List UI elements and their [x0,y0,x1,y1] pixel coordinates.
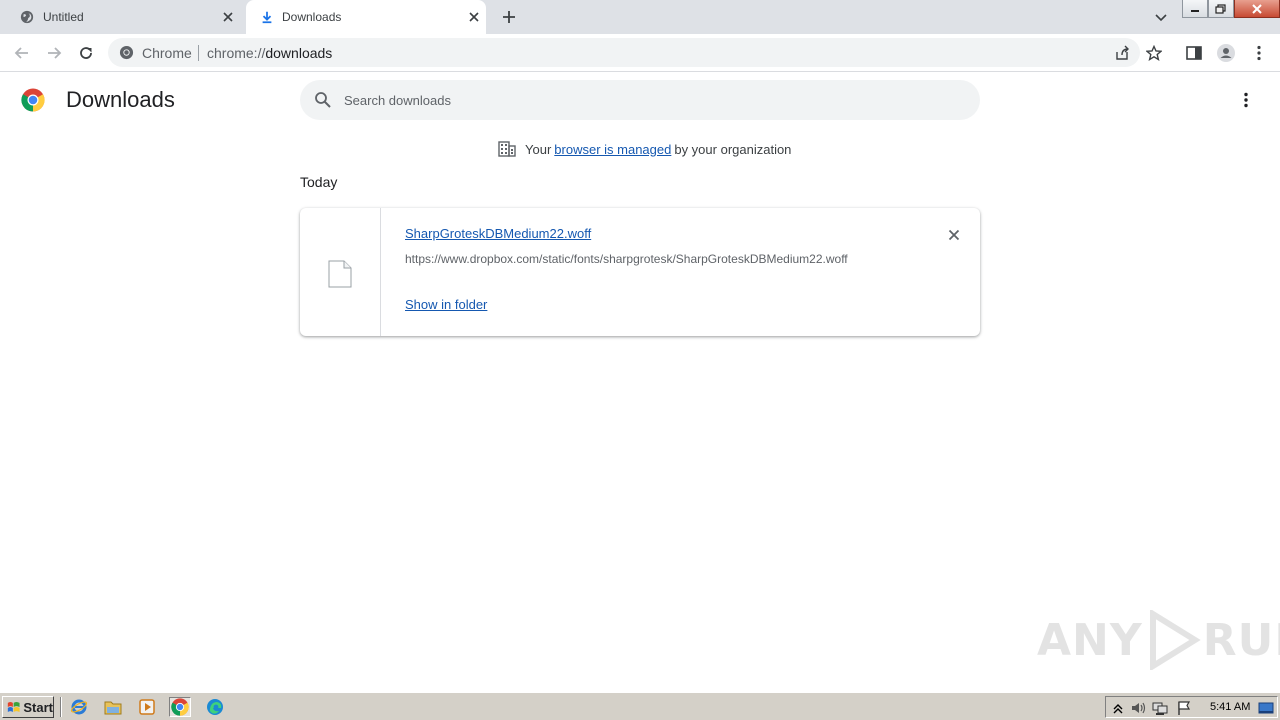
chrome-site-icon [119,45,134,60]
taskbar-media-player[interactable] [136,697,158,717]
show-desktop-icon[interactable] [1258,700,1274,716]
windows-taskbar: Start 5:41 AM [0,692,1280,720]
folder-icon [104,701,122,715]
tab-strip: Untitled Downloads [0,0,1280,34]
browser-window: Untitled Downloads Chrome chrome://downl… [0,0,1280,720]
close-icon [1252,3,1262,14]
media-player-icon [139,699,155,715]
play-logo-icon [1149,610,1201,670]
minimize-button[interactable] [1182,0,1208,18]
taskbar-edge[interactable] [204,697,226,717]
url-host: downloads [265,45,333,61]
file-source-url: https://www.dropbox.com/static/fonts/sha… [405,252,848,266]
show-in-folder-link[interactable]: Show in folder [405,297,487,312]
volume-icon[interactable] [1130,700,1146,716]
file-name-link[interactable]: SharpGroteskDBMedium22.woff [405,226,591,241]
close-tab-icon[interactable] [220,9,236,25]
restore-icon [1215,3,1226,14]
address-bar[interactable]: Chrome chrome://downloads [108,38,1162,67]
managed-prefix: Your [525,141,552,157]
managed-suffix: by your organization [674,141,792,157]
chrome-logo-icon [21,88,45,112]
taskbar-separator [60,697,62,717]
close-tab-icon[interactable] [466,9,482,25]
system-tray: 5:41 AM [1105,696,1278,718]
side-panel-icon[interactable] [1184,43,1204,63]
forward-arrow-icon[interactable] [44,43,64,63]
page-title: Downloads [66,87,175,112]
file-icon [328,260,352,288]
start-label: Start [23,699,53,715]
chevron-down-icon[interactable] [1153,9,1169,25]
watermark-right-text: RUN [1202,614,1280,666]
restore-button[interactable] [1208,0,1234,18]
taskbar-chrome[interactable] [169,697,191,717]
profile-avatar-icon[interactable] [1216,43,1236,63]
url-scheme: chrome:// [207,45,266,61]
browser-managed-link[interactable]: browser is managed [554,142,671,157]
chrome-icon [171,698,189,716]
date-section-header: Today [300,174,338,190]
tab-title: Downloads [282,10,342,24]
bookmark-star-icon[interactable] [1146,45,1162,61]
tab-title: Untitled [43,10,84,24]
tab-downloads[interactable]: Downloads [246,0,486,34]
search-input[interactable] [344,80,944,120]
watermark-left-text: ANY [1037,614,1143,666]
browser-menu-icon[interactable] [1249,43,1269,63]
windows-flag-icon [7,701,20,713]
taskbar-explorer[interactable] [102,697,124,717]
download-icon [262,11,272,24]
tab-untitled[interactable]: Untitled [0,0,240,34]
download-item-card: SharpGroteskDBMedium22.woff https://www.… [300,208,980,336]
close-window-button[interactable] [1234,0,1280,18]
internet-explorer-icon [70,699,88,715]
action-center-flag-icon[interactable] [1176,700,1192,716]
file-icon-column [300,208,381,336]
edge-icon [207,699,223,715]
site-chip-label: Chrome [142,45,192,61]
search-box[interactable] [300,80,980,120]
reload-icon[interactable] [76,43,96,63]
remove-download-icon[interactable] [945,226,963,244]
search-icon [315,92,331,108]
show-hidden-icons-icon[interactable] [1110,700,1126,716]
start-button[interactable]: Start [2,696,54,718]
more-actions-icon[interactable] [1236,90,1256,110]
new-tab-icon[interactable] [500,8,518,26]
anyrun-watermark: ANY RUN [1037,610,1280,670]
window-controls [1182,0,1280,18]
minimize-icon [1191,9,1199,12]
omnibox-divider [198,45,199,61]
managed-notice: Your browser is managed by your organiza… [498,141,791,157]
toolbar: Chrome chrome://downloads [0,34,1280,72]
taskbar-clock[interactable]: 5:41 AM [1210,701,1250,713]
back-arrow-icon[interactable] [12,43,32,63]
globe-icon [20,10,34,24]
url-text: chrome://downloads [207,45,332,61]
building-icon [498,141,516,157]
share-icon[interactable] [1114,45,1130,61]
taskbar-ie[interactable] [68,697,90,717]
network-icon[interactable] [1152,700,1168,716]
